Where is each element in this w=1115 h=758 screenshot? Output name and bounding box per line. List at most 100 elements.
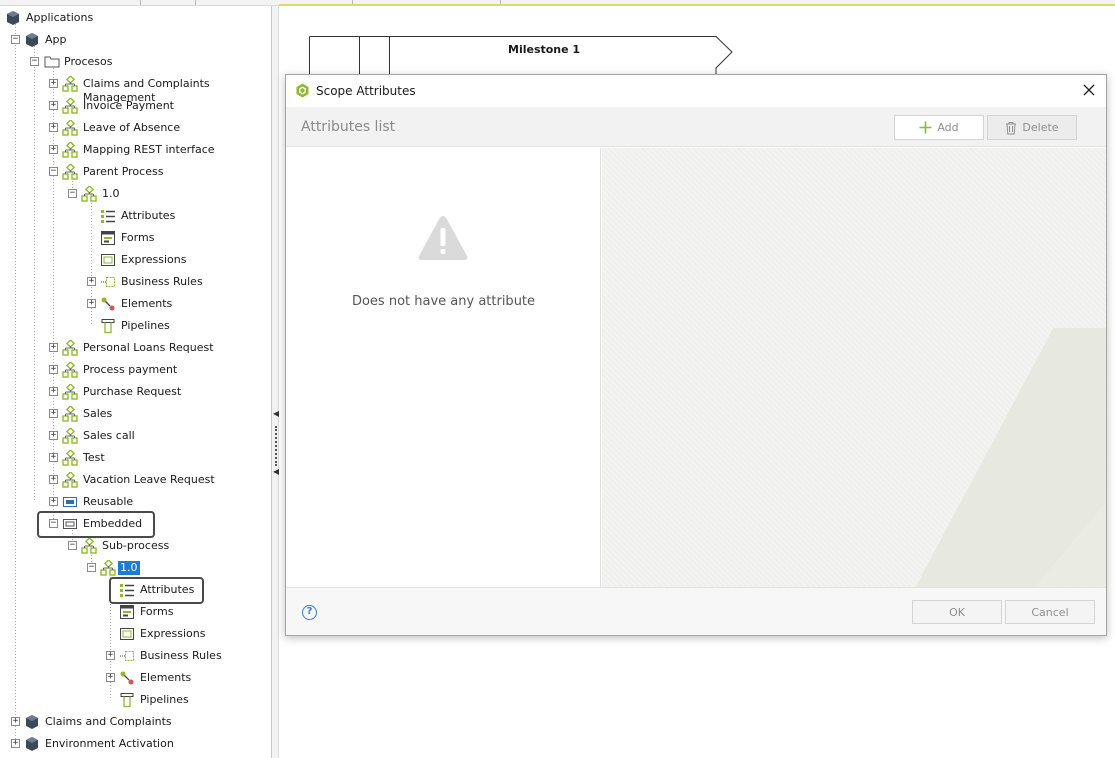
tree-item-process[interactable]: Mapping REST interface <box>83 143 215 157</box>
process-icon <box>62 382 78 400</box>
expand-toggle-process[interactable]: + <box>49 145 58 154</box>
collapse-toggle-procesos[interactable]: − <box>30 57 39 66</box>
panel-splitter[interactable]: ◀ ◀ <box>272 6 279 758</box>
dialog-title: Scope Attributes <box>316 84 416 98</box>
expand-toggle-process[interactable]: + <box>49 123 58 132</box>
elements-icon <box>119 670 135 686</box>
expand-toggle-process[interactable]: + <box>49 101 58 110</box>
tree-item-sub-rules[interactable]: Business Rules <box>140 649 222 663</box>
tree-item-process[interactable]: Invoice Payment <box>83 99 174 113</box>
folder-icon <box>44 54 60 70</box>
pipelines-icon <box>100 318 116 334</box>
tree-item-forms[interactable]: Forms <box>121 231 154 245</box>
tree-item-process[interactable]: Vacation Leave Request <box>83 473 215 487</box>
expand-toggle-rules[interactable]: + <box>87 277 96 286</box>
tree-item-attributes[interactable]: Attributes <box>121 209 175 223</box>
expand-toggle-elements[interactable]: + <box>106 673 115 682</box>
tree-item-expressions[interactable]: Expressions <box>121 253 186 267</box>
collapse-toggle-parent-process[interactable]: − <box>49 167 58 176</box>
tree-item-process[interactable]: Purchase Request <box>83 385 181 399</box>
expand-toggle-reusable[interactable]: + <box>49 497 58 506</box>
close-icon[interactable] <box>1080 81 1098 99</box>
ok-button[interactable]: OK <box>912 600 1002 624</box>
process-icon <box>62 118 78 136</box>
attributes-list-panel[interactable]: Does not have any attribute <box>286 148 601 587</box>
dialog-title-bar[interactable]: Scope Attributes <box>286 75 1106 107</box>
splitter-grip[interactable] <box>275 426 277 466</box>
tree-item-sub-version-selected[interactable]: 1.0 <box>118 561 140 575</box>
tree-item-sub-process[interactable]: Sub-process <box>102 539 169 553</box>
tree-item-reusable[interactable]: Reusable <box>83 495 133 509</box>
business-rules-icon <box>119 648 135 664</box>
expand-toggle-elements[interactable]: + <box>87 299 96 308</box>
expand-toggle-process[interactable]: + <box>49 453 58 462</box>
collapse-toggle-parent-version[interactable]: − <box>68 189 77 198</box>
milestone-label: Milestone 1 <box>508 43 581 56</box>
tree-item-application[interactable]: Environment Activation <box>45 737 174 751</box>
tree-item-application[interactable]: Claims and Complaints <box>45 715 172 729</box>
expand-toggle-app[interactable]: + <box>11 717 20 726</box>
tree-item-process[interactable]: Personal Loans Request <box>83 341 214 355</box>
help-icon[interactable]: ? <box>302 605 317 620</box>
bizagi-logo-icon <box>296 83 309 98</box>
tree-item-process[interactable]: Test <box>83 451 105 465</box>
delete-button[interactable]: Delete <box>987 115 1077 140</box>
tree-item-process[interactable]: Sales <box>83 407 112 421</box>
app-icon <box>25 714 41 730</box>
attribute-detail-panel <box>602 148 1106 587</box>
collapse-toggle-sub-version[interactable]: − <box>87 563 96 572</box>
process-icon <box>62 360 78 378</box>
attributes-icon <box>119 582 135 598</box>
tree-item-parent-version[interactable]: 1.0 <box>102 187 120 201</box>
tree-item-elements[interactable]: Elements <box>121 297 172 311</box>
expand-toggle-process[interactable]: + <box>49 409 58 418</box>
tree-item-sub-pipelines[interactable]: Pipelines <box>140 693 189 707</box>
tree-item-rules[interactable]: Business Rules <box>121 275 203 289</box>
delete-button-label: Delete <box>1022 121 1059 134</box>
tree-item-process[interactable]: Leave of Absence <box>83 121 180 135</box>
empty-state-message: Does not have any attribute <box>351 294 536 309</box>
project-tree[interactable]: Applications − App − Procesos + Claims an… <box>0 6 272 758</box>
tree-item-process[interactable]: Process payment <box>83 363 177 377</box>
tree-item-sub-attributes[interactable]: Attributes <box>140 583 194 597</box>
expand-toggle-process[interactable]: + <box>49 387 58 396</box>
expand-toggle-process[interactable]: + <box>49 365 58 374</box>
add-button[interactable]: Add <box>894 115 984 140</box>
collapse-toggle-sub-process[interactable]: − <box>68 541 77 550</box>
milestone-shape[interactable] <box>309 36 733 76</box>
tree-item-process[interactable]: Sales call <box>83 429 135 443</box>
business-rules-icon <box>100 274 116 290</box>
collapse-toggle-app[interactable]: − <box>11 35 20 44</box>
app-icon <box>25 32 41 48</box>
expand-toggle-process[interactable]: + <box>49 431 58 440</box>
tree-item-applications[interactable]: Applications <box>26 11 93 25</box>
tree-guide-lines <box>15 24 111 744</box>
collapse-toggle-embedded[interactable]: − <box>49 519 58 528</box>
expand-toggle-process[interactable]: + <box>49 343 58 352</box>
scope-attributes-dialog[interactable]: Scope Attributes Attributes list Add Del… <box>285 74 1107 636</box>
tree-item-app[interactable]: App <box>45 33 67 47</box>
tree-item-embedded[interactable]: Embedded <box>83 517 142 531</box>
tree-item-parent-process[interactable]: Parent Process <box>83 165 163 179</box>
process-icon <box>62 470 78 488</box>
warning-icon <box>418 216 468 260</box>
process-icon <box>62 448 78 466</box>
tree-item-procesos[interactable]: Procesos <box>64 55 112 69</box>
expand-toggle-process[interactable]: + <box>49 475 58 484</box>
attributes-icon <box>100 208 116 224</box>
process-icon <box>62 140 78 158</box>
expand-toggle-app[interactable]: + <box>11 739 20 748</box>
tree-item-sub-forms[interactable]: Forms <box>140 605 173 619</box>
cancel-button[interactable]: Cancel <box>1005 600 1095 624</box>
embedded-icon <box>62 516 78 532</box>
attributes-list-header: Attributes list <box>301 119 396 135</box>
process-icon <box>62 404 78 422</box>
add-button-label: Add <box>937 121 959 134</box>
tree-item-pipelines[interactable]: Pipelines <box>121 319 170 333</box>
expand-toggle-rules[interactable]: + <box>106 651 115 660</box>
expand-toggle-process[interactable]: + <box>49 79 58 88</box>
tree-item-sub-expressions[interactable]: Expressions <box>140 627 205 641</box>
app-icon <box>25 736 41 752</box>
trash-icon <box>1006 121 1017 134</box>
tree-item-sub-elements[interactable]: Elements <box>140 671 191 685</box>
